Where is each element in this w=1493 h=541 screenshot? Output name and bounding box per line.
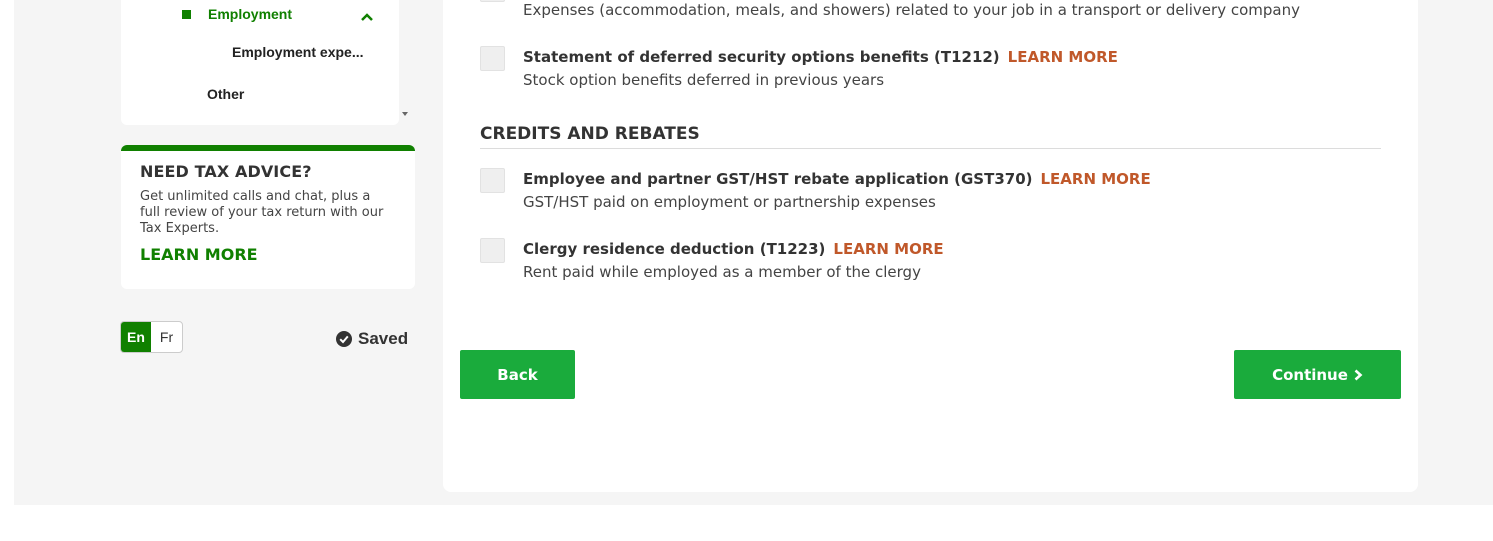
learn-more-link[interactable]: LEARN MORE xyxy=(1040,170,1150,188)
item-title: Clergy residence deduction (T1223) LEARN … xyxy=(523,240,944,258)
sidebar-item-label: Employment xyxy=(208,6,293,22)
learn-more-link[interactable]: LEARN MORE xyxy=(1008,48,1118,66)
item-title-text: Statement of deferred security options b… xyxy=(523,48,1000,66)
advice-text: Get unlimited calls and chat, plus a ful… xyxy=(140,189,384,236)
active-square-icon xyxy=(182,9,191,19)
checkbox-gst370[interactable] xyxy=(480,168,505,193)
item-title: Employee and partner GST/HST rebate appl… xyxy=(523,170,1151,188)
item-description: GST/HST paid on employment or partnershi… xyxy=(523,193,936,211)
chevron-right-icon xyxy=(1354,369,1363,380)
item-description: Rent paid while employed as a member of … xyxy=(523,263,921,281)
item-title-text: Employee and partner GST/HST rebate appl… xyxy=(523,170,1033,188)
item-title: Statement of deferred security options b… xyxy=(523,48,1118,66)
advice-learn-more-link[interactable]: LEARN MORE xyxy=(140,245,258,264)
continue-label: Continue xyxy=(1272,365,1348,384)
saved-label: Saved xyxy=(358,329,409,348)
tax-advice-card: NEED TAX ADVICE? Get unlimited calls and… xyxy=(121,145,415,289)
checkbox-t1212[interactable] xyxy=(480,46,505,71)
continue-button[interactable]: Continue xyxy=(1234,350,1401,399)
checkbox-t1223[interactable] xyxy=(480,238,505,263)
section-heading-credits: CREDITS AND REBATES xyxy=(480,124,700,144)
item-description: Stock option benefits deferred in previo… xyxy=(523,71,885,89)
advice-title: NEED TAX ADVICE? xyxy=(140,162,312,181)
lang-en-button[interactable]: En xyxy=(121,322,151,352)
scroll-down-arrow-icon[interactable] xyxy=(402,112,408,116)
item-description: Expenses (accommodation, meals, and show… xyxy=(523,1,1300,19)
back-button[interactable]: Back xyxy=(460,350,575,399)
chevron-up-icon[interactable] xyxy=(360,10,374,24)
learn-more-link[interactable]: LEARN MORE xyxy=(833,240,943,258)
check-circle-icon xyxy=(336,331,352,347)
sidebar-scrollbar[interactable] xyxy=(399,0,413,125)
sidebar-item-employment[interactable]: Employment xyxy=(182,6,373,22)
checkbox[interactable] xyxy=(480,0,505,2)
item-title-text: Clergy residence deduction (T1223) xyxy=(523,240,826,258)
saved-status: Saved xyxy=(336,329,408,349)
sidebar-item-other[interactable]: Other xyxy=(207,86,244,102)
language-toggle: En Fr xyxy=(120,321,183,353)
sidebar-item-employment-expenses[interactable]: Employment expe... xyxy=(232,44,363,60)
section-divider xyxy=(480,148,1381,149)
lang-fr-button[interactable]: Fr xyxy=(151,322,182,352)
